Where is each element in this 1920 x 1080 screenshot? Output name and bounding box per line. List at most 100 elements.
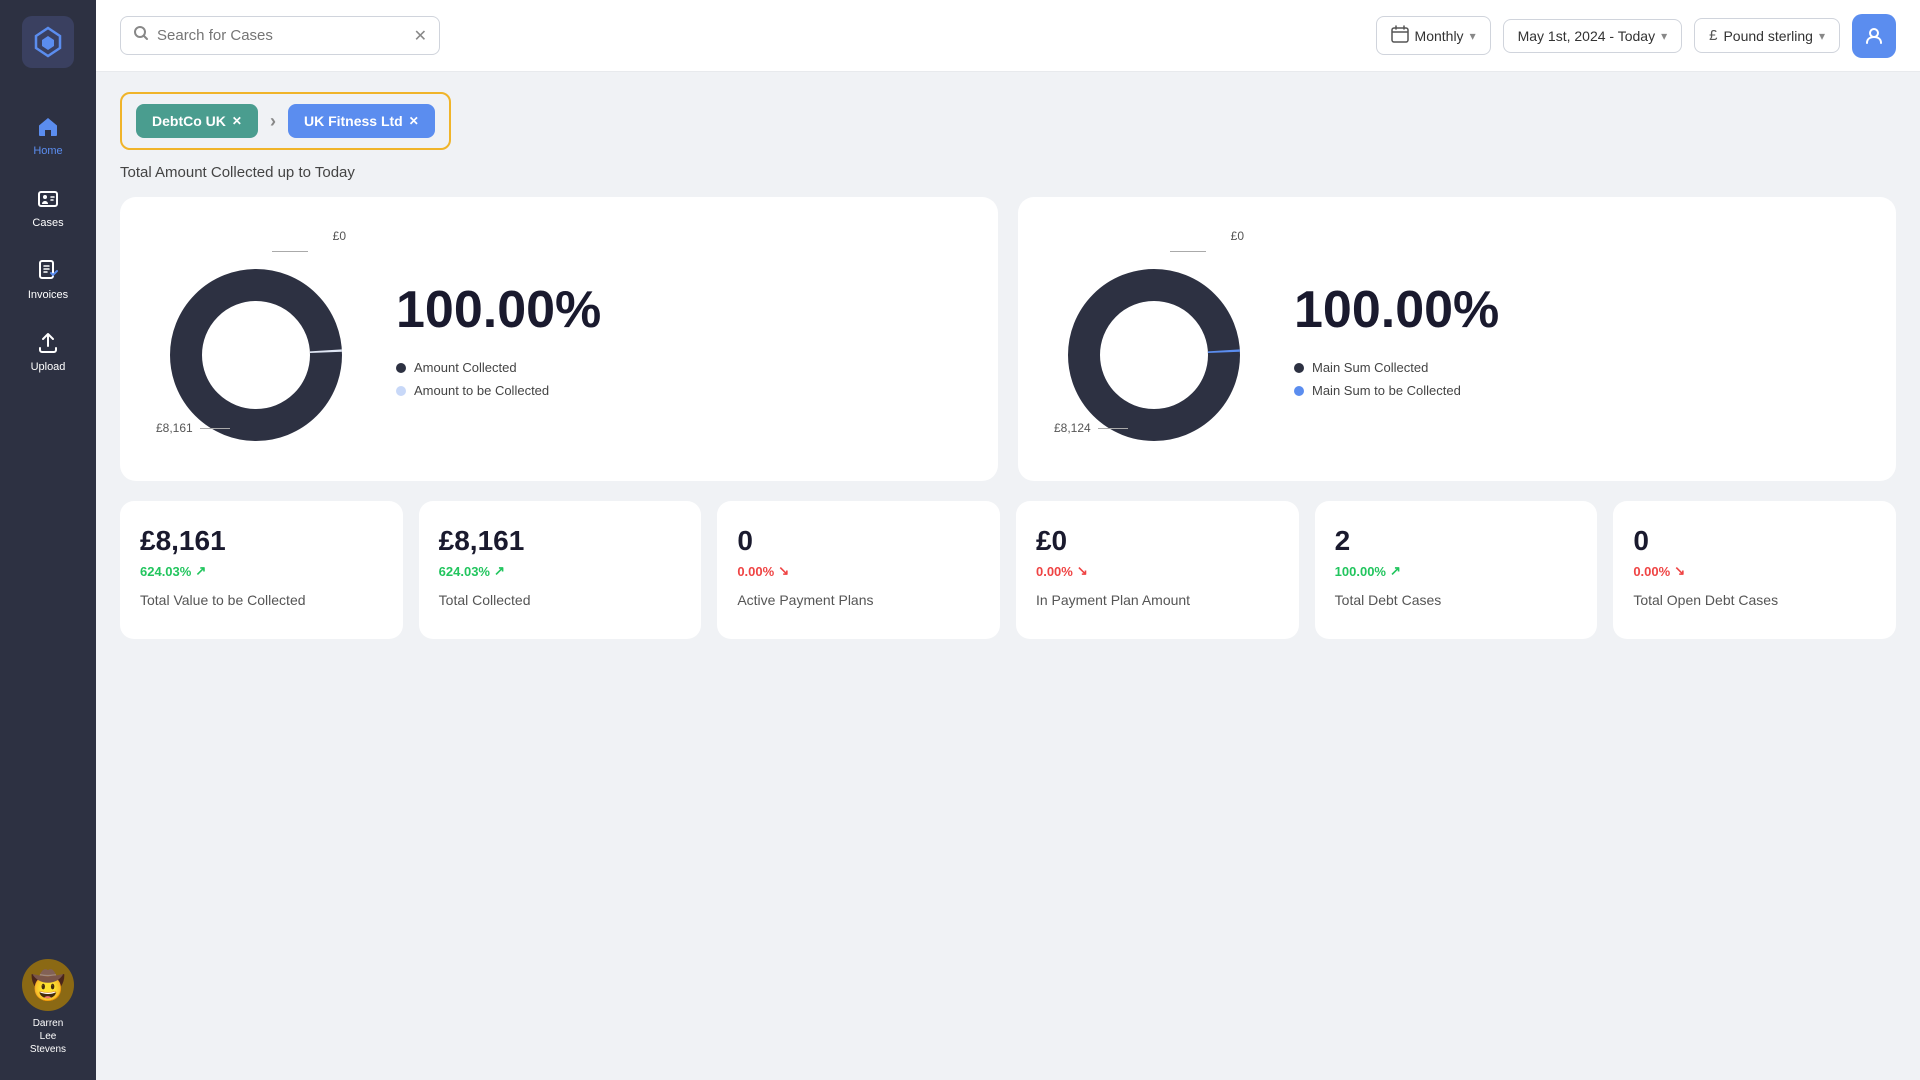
stat-change-value-3: 0.00% <box>1036 564 1073 579</box>
filter-pill-ukfitness-close-icon[interactable]: ✕ <box>409 114 419 128</box>
sidebar-item-cases[interactable]: Cases <box>0 173 96 241</box>
stat-change-value-5: 0.00% <box>1633 564 1670 579</box>
arrow-icon: › <box>270 111 276 132</box>
stat-change-0: 624.03% ↗ <box>140 563 383 579</box>
chart-card-2: £0 £8,124 100.00% <box>1018 197 1896 481</box>
currency-chevron-icon: ▾ <box>1819 29 1825 43</box>
content-area: DebtCo UK ✕ › UK Fitness Ltd ✕ Total Amo… <box>96 72 1920 1080</box>
topbar-controls: Monthly ▾ May 1st, 2024 - Today ▾ £ Poun… <box>1376 14 1896 58</box>
stat-change-value-0: 624.03% <box>140 564 191 579</box>
chart2-legend: Main Sum Collected Main Sum to be Collec… <box>1294 360 1860 398</box>
date-range-dropdown[interactable]: May 1st, 2024 - Today ▾ <box>1503 19 1683 53</box>
filter-pill-debtco[interactable]: DebtCo UK ✕ <box>136 104 258 138</box>
user-name: Darren Lee Stevens <box>30 1017 66 1056</box>
charts-row: £0 £8,161 100.00% <box>120 197 1896 481</box>
stat-card-4: 2 100.00% ↗ Total Debt Cases <box>1315 501 1598 639</box>
logo-icon <box>22 16 74 68</box>
calendar-icon <box>1391 25 1409 46</box>
chart2-legend-label-1: Main Sum to be Collected <box>1312 383 1461 398</box>
donut-chart-1: £0 £8,161 <box>156 229 356 449</box>
chart2-legend-dot-0 <box>1294 363 1304 373</box>
chart2-legend-item-0: Main Sum Collected <box>1294 360 1860 375</box>
chart-card-1: £0 £8,161 100.00% <box>120 197 998 481</box>
chart1-legend-dot-0 <box>396 363 406 373</box>
stat-change-arrow-3: ↘ <box>1077 563 1088 579</box>
stats-row: £8,161 624.03% ↗ Total Value to be Colle… <box>120 501 1896 639</box>
filter-pill-debtco-label: DebtCo UK <box>152 113 226 129</box>
search-icon <box>133 25 149 46</box>
sidebar-item-invoices[interactable]: Invoices <box>0 245 96 313</box>
stat-value-2: 0 <box>737 525 980 557</box>
stat-card-0: £8,161 624.03% ↗ Total Value to be Colle… <box>120 501 403 639</box>
sidebar-item-label-cases: Cases <box>32 217 63 229</box>
search-input[interactable] <box>157 27 406 44</box>
stat-card-2: 0 0.00% ↘ Active Payment Plans <box>717 501 1000 639</box>
chart1-legend-item-1: Amount to be Collected <box>396 383 962 398</box>
main-content: ✕ Monthly ▾ May 1st, 2024 - Today ▾ <box>96 0 1920 1080</box>
topbar: ✕ Monthly ▾ May 1st, 2024 - Today ▾ <box>96 0 1920 72</box>
stat-change-arrow-2: ↘ <box>778 563 789 579</box>
user-profile-section[interactable]: 🤠 Darren Lee Stevens <box>22 959 74 1064</box>
filter-row: DebtCo UK ✕ › UK Fitness Ltd ✕ <box>120 92 1896 150</box>
stat-change-arrow-5: ↘ <box>1674 563 1685 579</box>
stat-label-4: Total Debt Cases <box>1335 591 1578 611</box>
stat-label-1: Total Collected <box>439 591 682 611</box>
donut-chart-2: £0 £8,124 <box>1054 229 1254 449</box>
donut-svg-1 <box>166 265 346 445</box>
chart2-legend-dot-1 <box>1294 386 1304 396</box>
sidebar-item-home[interactable]: Home <box>0 101 96 169</box>
stat-value-0: £8,161 <box>140 525 383 557</box>
stat-label-2: Active Payment Plans <box>737 591 980 611</box>
sidebar-item-upload[interactable]: Upload <box>0 317 96 385</box>
search-box[interactable]: ✕ <box>120 16 440 55</box>
chart2-info: 100.00% Main Sum Collected Main Sum to b… <box>1294 280 1860 398</box>
filter-pill-ukfitness[interactable]: UK Fitness Ltd ✕ <box>288 104 435 138</box>
section-title: Total Amount Collected up to Today <box>120 164 1896 181</box>
chart1-bottom-label: £8,161 <box>156 421 230 435</box>
user-avatar-button[interactable] <box>1852 14 1896 58</box>
stat-change-3: 0.00% ↘ <box>1036 563 1279 579</box>
stat-value-5: 0 <box>1633 525 1876 557</box>
stat-card-3: £0 0.00% ↘ In Payment Plan Amount <box>1016 501 1299 639</box>
stat-label-0: Total Value to be Collected <box>140 591 383 611</box>
stat-change-value-4: 100.00% <box>1335 564 1386 579</box>
filter-pill-ukfitness-label: UK Fitness Ltd <box>304 113 403 129</box>
sidebar: Home Cases Invoices <box>0 0 96 1080</box>
upload-icon <box>34 329 62 357</box>
stat-change-value-2: 0.00% <box>737 564 774 579</box>
stat-change-2: 0.00% ↘ <box>737 563 980 579</box>
clear-search-button[interactable]: ✕ <box>414 26 427 46</box>
sidebar-item-label-home: Home <box>33 145 62 157</box>
stat-change-arrow-0: ↗ <box>195 563 206 579</box>
donut-svg-2 <box>1064 265 1244 445</box>
monthly-label: Monthly <box>1415 28 1464 44</box>
sidebar-item-label-invoices: Invoices <box>28 289 68 301</box>
chart1-legend-item-0: Amount Collected <box>396 360 962 375</box>
home-icon <box>34 113 62 141</box>
stat-change-4: 100.00% ↗ <box>1335 563 1578 579</box>
stat-card-5: 0 0.00% ↘ Total Open Debt Cases <box>1613 501 1896 639</box>
chart1-legend-label-1: Amount to be Collected <box>414 383 549 398</box>
chart2-top-label: £0 <box>1231 229 1244 243</box>
filter-pills-container: DebtCo UK ✕ › UK Fitness Ltd ✕ <box>120 92 451 150</box>
invoices-icon <box>34 257 62 285</box>
chart1-info: 100.00% Amount Collected Amount to be Co… <box>396 280 962 398</box>
stat-value-3: £0 <box>1036 525 1279 557</box>
sidebar-nav: Home Cases Invoices <box>0 101 96 959</box>
sidebar-logo <box>22 16 74 73</box>
monthly-chevron-icon: ▾ <box>1470 29 1476 43</box>
stat-label-3: In Payment Plan Amount <box>1036 591 1279 611</box>
chart1-percentage: 100.00% <box>396 280 962 340</box>
currency-symbol-icon: £ <box>1709 27 1717 44</box>
chart1-legend-dot-1 <box>396 386 406 396</box>
stat-change-value-1: 624.03% <box>439 564 490 579</box>
chart1-legend-label-0: Amount Collected <box>414 360 517 375</box>
stat-change-arrow-1: ↗ <box>494 563 505 579</box>
chart2-bottom-label: £8,124 <box>1054 421 1128 435</box>
chart2-legend-label-0: Main Sum Collected <box>1312 360 1428 375</box>
chart2-legend-item-1: Main Sum to be Collected <box>1294 383 1860 398</box>
monthly-dropdown[interactable]: Monthly ▾ <box>1376 16 1491 55</box>
currency-dropdown[interactable]: £ Pound sterling ▾ <box>1694 18 1840 53</box>
filter-pill-debtco-close-icon[interactable]: ✕ <box>232 114 242 128</box>
chart1-legend: Amount Collected Amount to be Collected <box>396 360 962 398</box>
